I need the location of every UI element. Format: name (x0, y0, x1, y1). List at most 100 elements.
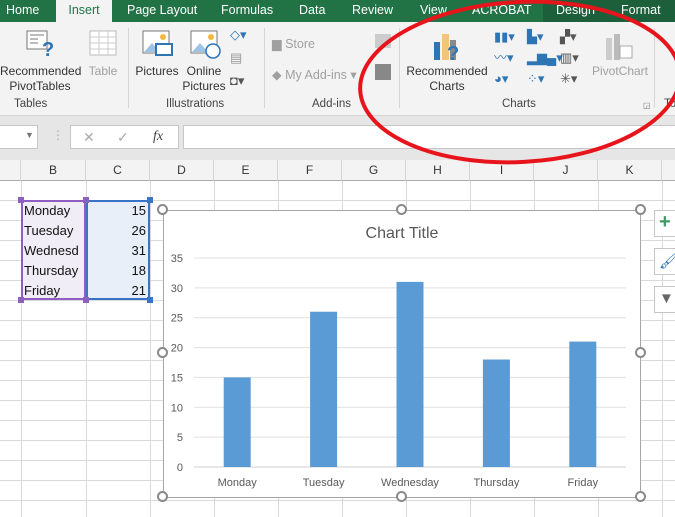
combo-chart-icon[interactable]: ▥▾ (560, 47, 579, 68)
cell-label[interactable]: Wednesd (24, 241, 84, 261)
tab-acrobat[interactable]: ACROBAT (466, 0, 538, 22)
cell-label[interactable]: Monday (24, 201, 84, 221)
range-handle[interactable] (18, 297, 24, 303)
statistic-chart-icon[interactable]: ▂▆▄▾ (527, 47, 563, 68)
my-addins-button[interactable]: ◆ My Add-ins ▾ (272, 67, 357, 82)
dialog-launcher-icon[interactable]: ◲ (643, 101, 651, 110)
divider (264, 28, 265, 108)
chart-resize-handle[interactable] (157, 347, 168, 358)
chart-resize-handle[interactable] (396, 204, 407, 215)
bar-monday[interactable] (223, 377, 251, 467)
tab-review[interactable]: Review (346, 0, 399, 22)
store-button[interactable]: ▆ Store (272, 36, 315, 51)
people-graph-icon[interactable] (375, 64, 391, 80)
cell-label[interactable]: Friday (24, 281, 84, 301)
column-header-g[interactable]: G (342, 160, 406, 181)
column-header-c[interactable]: C (86, 160, 150, 181)
column-header-d[interactable]: D (150, 160, 214, 181)
column-header-e[interactable]: E (214, 160, 278, 181)
chart-styles-button[interactable]: 🖌 (654, 248, 675, 275)
range-handle[interactable] (147, 297, 153, 303)
chevron-down-icon[interactable]: ▼ (25, 130, 34, 140)
tab-format[interactable]: Format (615, 0, 667, 22)
chart-resize-handle[interactable] (635, 204, 646, 215)
chart[interactable]: Chart Title 0 5 10 15 20 25 30 35 Monday Tuesday We… (163, 210, 641, 498)
bar-wednesday[interactable] (396, 281, 424, 467)
table-button[interactable]: Table (86, 64, 120, 79)
x-tick-label: Friday (568, 477, 599, 489)
chart-elements-button[interactable]: + (654, 210, 675, 237)
label: Pictures (182, 79, 226, 93)
column-header-f[interactable]: F (278, 160, 342, 181)
cell-value[interactable]: 15 (88, 201, 146, 221)
tab-formulas[interactable]: Formulas (215, 0, 279, 22)
tab-page-layout[interactable]: Page Layout (121, 0, 203, 22)
pivotchart-icon (606, 34, 633, 60)
column-header-b[interactable]: B (21, 160, 86, 181)
cell-value[interactable]: 26 (88, 221, 146, 241)
range-handle[interactable] (147, 197, 153, 203)
label: Recommended (406, 64, 488, 78)
shapes-icon[interactable]: ◇▾ (230, 27, 247, 43)
chart-resize-handle[interactable] (157, 204, 168, 215)
cell-value[interactable]: 18 (88, 261, 146, 281)
chart-title[interactable]: Chart Title (366, 225, 439, 242)
screenshot-icon[interactable]: ◘▾ (230, 73, 244, 89)
divider (654, 28, 655, 108)
column-header-a[interactable] (0, 160, 21, 181)
bing-maps-icon[interactable] (375, 34, 391, 48)
cell-label[interactable]: Thursday (24, 261, 84, 281)
tab-design[interactable]: Design (550, 0, 601, 22)
column-header-k[interactable]: K (598, 160, 662, 181)
name-box[interactable]: ▼ (0, 125, 38, 149)
group-label-charts: Charts (502, 98, 536, 110)
online-pictures-icon (190, 30, 221, 59)
line-chart-icon[interactable]: 〰▾ (494, 47, 515, 68)
recommended-charts-button[interactable]: Recommended Charts (403, 64, 491, 94)
bar-tuesday[interactable] (310, 311, 338, 467)
tab-insert[interactable]: Insert (56, 0, 112, 22)
hierarchy-chart-icon[interactable]: ▙▾ (527, 26, 563, 47)
cell-label[interactable]: Tuesday (24, 221, 84, 241)
range-handle[interactable] (18, 197, 24, 203)
label: My Add-ins (285, 68, 347, 82)
tab-data[interactable]: Data (293, 0, 331, 22)
smartart-icon[interactable]: ▤ (230, 50, 242, 66)
radar-chart-icon[interactable]: ✳▾ (560, 68, 579, 89)
cell-value[interactable]: 31 (88, 241, 146, 261)
column-chart-icon[interactable]: ▮▮▾ (494, 26, 515, 47)
waterfall-chart-icon[interactable]: ▞▾ (560, 26, 579, 47)
pie-chart-icon[interactable]: ◕▾ (494, 68, 515, 89)
insert-function-icon[interactable]: fx (153, 129, 163, 145)
recommended-pivottables-button[interactable]: Recommended PivotTables (0, 64, 81, 94)
bar-thursday[interactable] (482, 359, 510, 467)
gridline (150, 181, 151, 517)
range-handle[interactable] (83, 197, 89, 203)
column-header-j[interactable]: J (534, 160, 598, 181)
chart-resize-handle[interactable] (635, 347, 646, 358)
divider (399, 28, 400, 108)
column-header-h[interactable]: H (406, 160, 470, 181)
column-header-i[interactable]: I (470, 160, 534, 181)
x-tick-label: Wednesday (381, 477, 439, 489)
tab-home[interactable]: Home (0, 0, 45, 22)
y-tick-label: 0 (177, 462, 183, 474)
y-tick-label: 25 (171, 313, 183, 325)
chart-filters-button[interactable]: ▼ (654, 286, 675, 313)
cancel-icon[interactable]: ✕ (83, 129, 95, 146)
online-pictures-button[interactable]: Online Pictures (182, 64, 226, 94)
formula-input[interactable] (183, 125, 675, 149)
cell-value[interactable]: 21 (88, 281, 146, 301)
bar-friday[interactable] (569, 341, 597, 467)
scatter-chart-icon[interactable]: ⁘▾ (527, 68, 563, 89)
chart-resize-handle[interactable] (157, 491, 168, 502)
table-icon (89, 30, 117, 56)
chart-resize-handle[interactable] (396, 491, 407, 502)
pictures-button[interactable]: Pictures (134, 64, 180, 79)
tab-view[interactable]: View (414, 0, 453, 22)
enter-icon[interactable]: ✓ (117, 129, 129, 146)
range-handle[interactable] (83, 297, 89, 303)
chart-resize-handle[interactable] (635, 491, 646, 502)
filter-icon: ▼ (659, 290, 674, 307)
pivotchart-button[interactable]: PivotChart (590, 64, 650, 79)
